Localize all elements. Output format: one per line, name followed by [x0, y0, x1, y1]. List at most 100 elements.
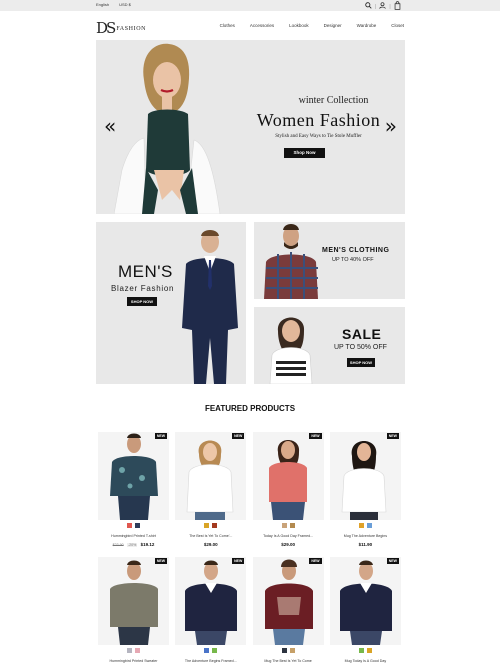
product-card[interactable]: NEW Hummingbird Printed T-shirt $23.90 -…	[98, 432, 169, 557]
promo-clothing-subtitle: UP TO 40% OFF	[332, 257, 374, 263]
product-price: $29.00	[281, 542, 295, 547]
product-card[interactable]: NEW Hummingbird Printed Sweater	[98, 557, 169, 663]
promo-mens-shop-button[interactable]: SHOP NOW	[127, 297, 157, 306]
new-badge: NEW	[154, 558, 167, 564]
product-name[interactable]: The Adventure Begins Framed...	[175, 659, 246, 663]
product-name[interactable]: Mug The Adventure Begins	[330, 534, 401, 538]
product-grid: NEW Hummingbird Printed T-shirt $23.90 -…	[98, 432, 403, 663]
color-swatch[interactable]	[135, 648, 140, 653]
color-swatches	[330, 523, 401, 528]
color-swatch[interactable]	[358, 648, 364, 653]
color-swatch[interactable]	[358, 523, 364, 528]
logo-wordmark: FASHION	[116, 26, 147, 32]
product-price: $11.90	[358, 542, 373, 547]
product-card[interactable]: NEW Mug Today Is A Good Day	[329, 557, 401, 663]
product-image[interactable]: NEW	[98, 557, 169, 645]
hero-subtitle: winter Collection	[298, 95, 369, 106]
product-name[interactable]: Today Is A Good Day Framed...	[253, 534, 324, 538]
color-swatches	[330, 648, 401, 653]
new-badge: NEW	[386, 558, 399, 564]
color-swatch[interactable]	[212, 648, 218, 653]
nav-item-lookbook[interactable]: Lookbook	[289, 23, 309, 28]
color-swatch[interactable]	[204, 648, 210, 653]
product-current-price: $19.12	[140, 542, 155, 547]
product-image[interactable]: NEW	[175, 557, 247, 645]
hero-title: Women Fashion	[256, 110, 381, 130]
new-badge: NEW	[154, 433, 167, 439]
separator: |	[375, 3, 377, 10]
product-card[interactable]: NEW Mug The Best Is Yet To Come	[252, 557, 324, 663]
promo-sale-shop-button[interactable]: SHOP NOW	[347, 358, 375, 367]
product-image[interactable]: NEW	[98, 432, 169, 520]
promo-mens-subtitle: Blazer Fashion	[111, 284, 175, 293]
color-swatch[interactable]	[366, 648, 372, 653]
promo-clothing-title: MEN'S CLOTHING	[322, 247, 390, 254]
currency-selector[interactable]: USD $	[119, 2, 131, 7]
product-image[interactable]: NEW	[329, 557, 401, 645]
promo-sale[interactable]: SALE UP TO 50% OFF SHOP NOW	[254, 307, 405, 384]
hero-slider: « » winter Collection Women Fashion Styl…	[96, 40, 405, 214]
color-swatch[interactable]	[127, 648, 132, 653]
color-swatch[interactable]	[204, 523, 210, 528]
product-card[interactable]: NEW The Best Is Yet To Come'... $29.00	[175, 432, 247, 557]
nav-item-wardrobe[interactable]: Wardrobe	[357, 23, 377, 28]
logo[interactable]: DS FASHION	[96, 18, 146, 36]
main-nav: Clothes Accessories Lookbook Designer Wa…	[220, 23, 404, 28]
product-card[interactable]: NEW The Adventure Begins Framed...	[175, 557, 247, 663]
product-name[interactable]: Mug Today Is A Good Day	[330, 659, 401, 663]
nav-item-closet[interactable]: Closet	[391, 23, 404, 28]
hero-model-image	[114, 43, 221, 214]
new-badge: NEW	[232, 558, 245, 564]
promo-mens-title: MEN'S	[118, 262, 173, 281]
promo-clothing-model-image	[264, 224, 318, 299]
language-selector[interactable]: English	[96, 2, 109, 7]
new-badge: NEW	[309, 433, 322, 439]
product-image[interactable]: NEW	[329, 432, 401, 520]
new-badge: NEW	[386, 433, 399, 439]
hero-description: Stylish and Easy Ways to Tie Stole Muffl…	[275, 134, 362, 139]
nav-item-clothes[interactable]: Clothes	[220, 23, 235, 28]
promo-mens-clothing[interactable]: MEN'S CLOTHING UP TO 40% OFF	[254, 222, 405, 299]
product-name[interactable]: Mug The Best Is Yet To Come	[253, 659, 324, 663]
product-image[interactable]: NEW	[252, 557, 324, 645]
color-swatches	[98, 648, 169, 653]
color-swatch[interactable]	[212, 523, 218, 528]
featured-products-heading: FEATURED PRODUCTS	[204, 404, 296, 413]
logo-monogram: DS	[96, 19, 116, 37]
slider-prev-icon[interactable]: «	[104, 116, 116, 136]
product-image[interactable]: NEW	[175, 432, 247, 520]
promo-mens-blazer[interactable]: MEN'S Blazer Fashion SHOP NOW	[96, 222, 246, 384]
promo-sale-model-image	[269, 317, 313, 384]
color-swatch[interactable]	[135, 523, 140, 528]
product-image[interactable]: NEW	[252, 432, 324, 520]
product-name[interactable]: The Best Is Yet To Come'...	[175, 534, 246, 538]
promo-sale-subtitle: UP TO 50% OFF	[334, 344, 387, 351]
color-swatch[interactable]	[127, 523, 132, 528]
search-icon[interactable]	[365, 2, 372, 11]
color-swatches	[253, 648, 324, 653]
hero-shop-now-button[interactable]: Shop Now	[284, 148, 325, 158]
product-name[interactable]: Hummingbird Printed Sweater	[98, 659, 169, 663]
nav-item-designer[interactable]: Designer	[324, 23, 342, 28]
color-swatch[interactable]	[366, 523, 372, 528]
discount-badge: -20%	[126, 543, 138, 547]
color-swatches	[253, 523, 324, 528]
product-old-price: $23.90	[112, 543, 124, 547]
promo-mens-model-image	[182, 230, 238, 384]
nav-item-accessories[interactable]: Accessories	[250, 23, 274, 28]
product-price: $23.90 -20% $19.12	[98, 542, 169, 547]
top-bar: English USD $ | |	[0, 0, 500, 11]
new-badge: NEW	[309, 558, 322, 564]
user-icon[interactable]	[379, 2, 386, 11]
color-swatches	[98, 523, 169, 528]
promo-sale-title: SALE	[342, 326, 382, 342]
product-card[interactable]: NEW Today Is A Good Day Framed... $29.00	[252, 432, 324, 557]
color-swatches	[175, 523, 246, 528]
color-swatch[interactable]	[281, 523, 287, 528]
color-swatch[interactable]	[281, 648, 287, 653]
color-swatch[interactable]	[289, 648, 295, 653]
product-card[interactable]: NEW Mug The Adventure Begins $11.90	[329, 432, 401, 557]
product-name[interactable]: Hummingbird Printed T-shirt	[98, 534, 169, 538]
color-swatches	[175, 648, 246, 653]
color-swatch[interactable]	[289, 523, 295, 528]
